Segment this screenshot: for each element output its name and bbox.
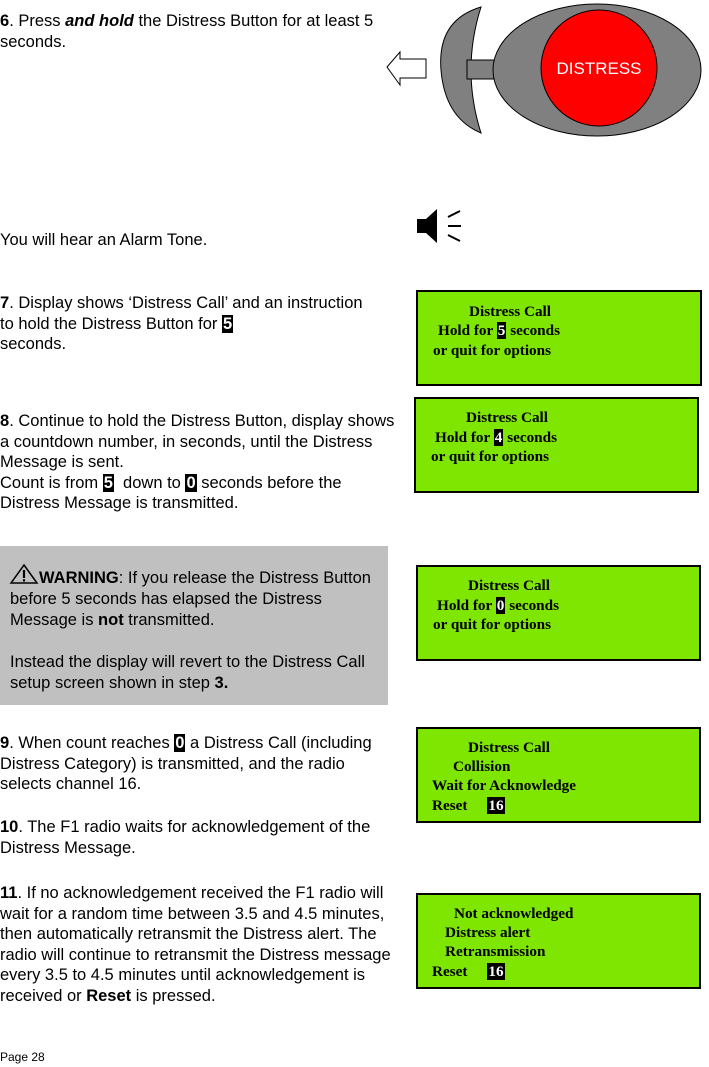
lcd-countdown: 4 bbox=[493, 429, 504, 446]
lcd-display-wait-acknowledge: Distress Call Collision Wait for Acknowl… bbox=[416, 727, 701, 823]
step-11-number: 11 bbox=[0, 884, 18, 902]
step-10-text: 10. The F1 radio waits for acknowledgeme… bbox=[0, 818, 371, 857]
warning-box: WARNING: If you release the Distress But… bbox=[0, 546, 388, 705]
lcd-title: Distress Call bbox=[466, 409, 548, 426]
emphasis-and-hold: and hold bbox=[65, 12, 134, 30]
warning-label: WARNING bbox=[39, 569, 119, 587]
lcd-reset-line: Reset 16 bbox=[432, 796, 505, 816]
lcd-reset-label: Reset bbox=[432, 963, 468, 980]
highlight-count-5: 5 bbox=[221, 314, 234, 333]
warning-text: WARNING: If you release the Distress But… bbox=[9, 563, 385, 694]
lcd-countdown: 0 bbox=[495, 597, 506, 614]
lcd-display-hold-4: Distress Call Hold for 4 seconds or quit… bbox=[414, 397, 699, 493]
lcd-hold-line: Hold for 0 seconds bbox=[437, 597, 559, 614]
page-number: Page 28 bbox=[0, 1050, 45, 1064]
lcd-hold-line: Hold for 4 seconds bbox=[435, 429, 557, 446]
lcd-status: Wait for Acknowledge bbox=[432, 777, 576, 794]
lcd-hold-line: Hold for 5 seconds bbox=[438, 322, 560, 339]
lcd-display-not-acknowledged: Not acknowledged Distress alert Retransm… bbox=[416, 893, 701, 989]
lcd-line-3: Retransmission bbox=[445, 943, 546, 960]
lcd-title: Distress Call bbox=[468, 577, 550, 594]
lcd-title: Distress Call bbox=[468, 739, 550, 756]
step-6-text: 6. Press and hold the Distress Button fo… bbox=[0, 12, 374, 51]
step-7-text: 7. Display shows ‘Distress Call’ and an … bbox=[0, 294, 363, 354]
lcd-display-hold-0: Distress Call Hold for 0 seconds or quit… bbox=[416, 565, 701, 661]
lcd-reset-label: Reset bbox=[432, 797, 468, 814]
lcd-options-line: or quit for options bbox=[431, 448, 550, 465]
step-reference: 3. bbox=[214, 674, 229, 692]
distress-button-graphic: DISTRESS bbox=[386, 3, 702, 137]
warning-triangle-icon bbox=[9, 563, 39, 584]
lcd-reset-line: Reset 16 bbox=[432, 962, 505, 982]
alarm-tone-text: You will hear an Alarm Tone. bbox=[0, 231, 208, 249]
highlight-count-to: 0 bbox=[185, 473, 197, 492]
step-9-text: 9. When count reaches 0 a Distress Call … bbox=[0, 734, 372, 794]
lcd-category: Collision bbox=[453, 758, 511, 775]
highlight-count-from: 5 bbox=[102, 473, 114, 492]
lcd-display-hold-5: Distress Call Hold for 5 seconds or quit… bbox=[416, 290, 702, 386]
lcd-channel: 16 bbox=[487, 797, 505, 814]
lcd-options-line: or quit for options bbox=[433, 616, 552, 633]
step-11-text: 11. If no acknowledgement received the F… bbox=[0, 884, 391, 1005]
step-8-number: 8 bbox=[0, 412, 10, 430]
lcd-channel: 16 bbox=[487, 963, 505, 980]
step-8-text: 8. Continue to hold the Distress Button,… bbox=[0, 412, 395, 513]
left-arrow-icon bbox=[386, 50, 427, 87]
step-7-number: 7 bbox=[0, 294, 10, 312]
reset-keyword: Reset bbox=[86, 986, 132, 1005]
speaker-icon bbox=[417, 209, 461, 243]
lcd-title: Not acknowledged bbox=[454, 905, 574, 922]
lcd-line-2: Distress alert bbox=[445, 924, 531, 941]
step-6-number: 6 bbox=[0, 12, 10, 30]
lcd-options-line: or quit for options bbox=[433, 342, 552, 359]
step-10-number: 10 bbox=[0, 818, 19, 836]
lcd-title: Distress Call bbox=[469, 303, 551, 320]
distress-button-label: DISTRESS bbox=[556, 59, 641, 78]
step-9-number: 9 bbox=[0, 734, 10, 752]
lcd-countdown: 5 bbox=[496, 322, 507, 339]
highlight-count-0: 0 bbox=[174, 734, 186, 752]
